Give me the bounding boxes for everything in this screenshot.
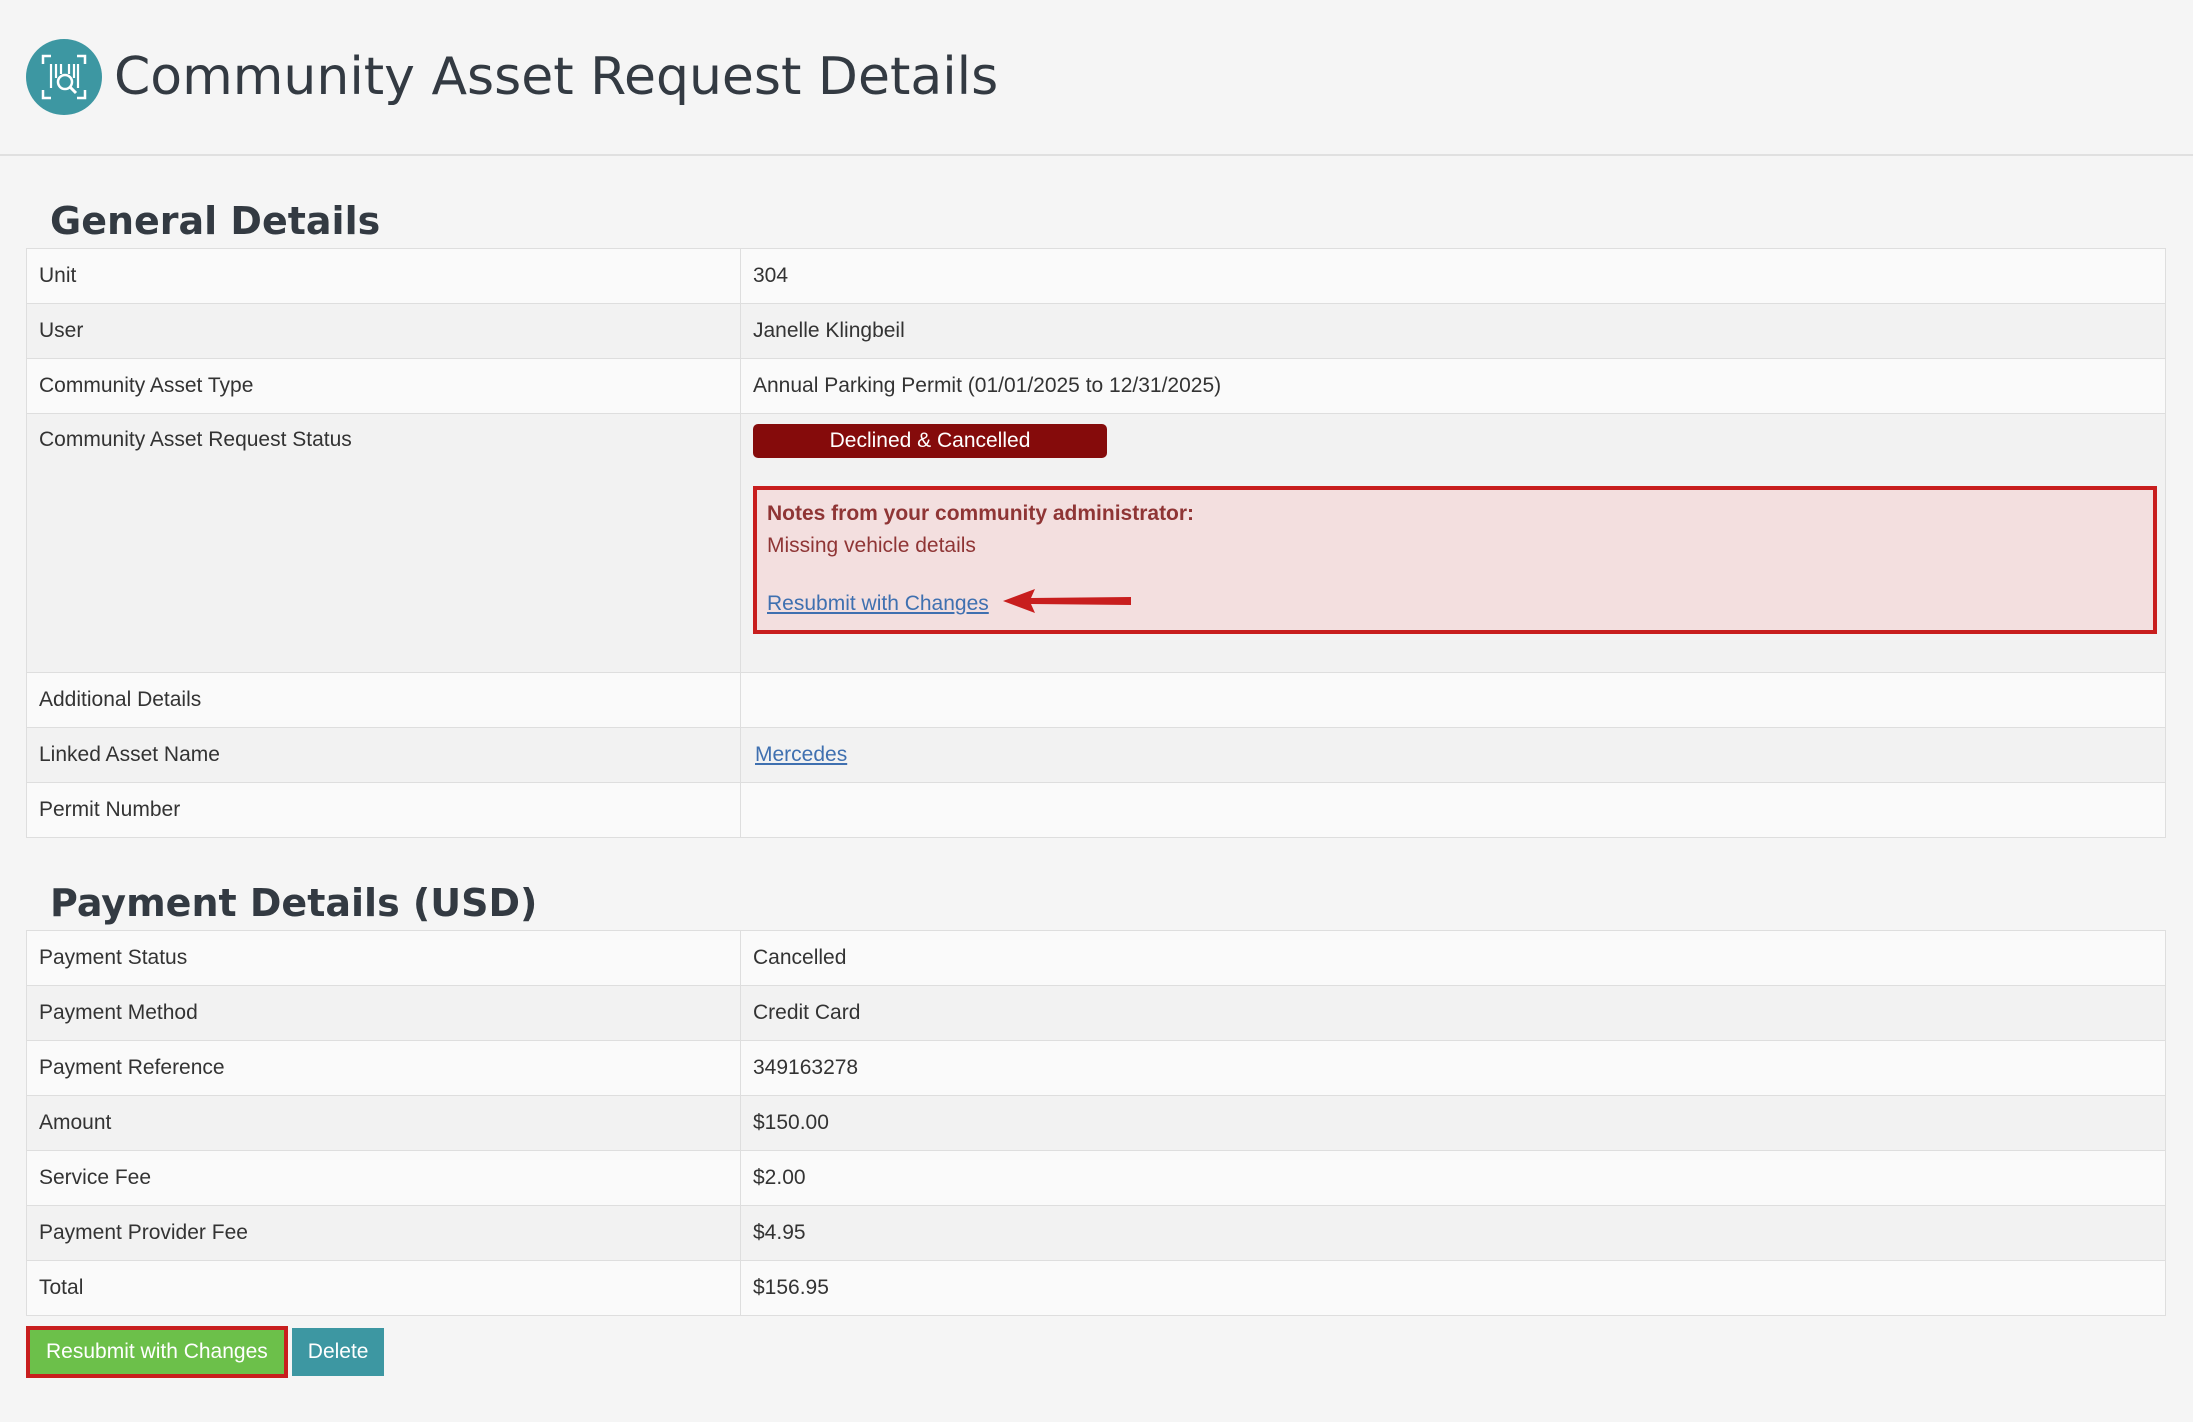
row-label: Community Asset Type — [26, 358, 741, 414]
payment-details-table: Payment Status Cancelled Payment Method … — [26, 930, 2166, 1316]
barcode-search-icon — [26, 39, 102, 115]
row-label: Additional Details — [26, 672, 741, 728]
table-row: Unit 304 — [26, 248, 2166, 304]
table-row: User Janelle Klingbeil — [26, 303, 2166, 359]
arrow-left-icon — [1002, 586, 1133, 622]
status-cell: Declined & Cancelled Notes from your com… — [740, 413, 2166, 673]
table-row: Linked Asset Name Mercedes — [26, 727, 2166, 783]
general-details-title: General Details — [50, 199, 381, 243]
row-value: 304 — [740, 248, 2166, 304]
row-value: $4.95 — [740, 1205, 2166, 1261]
general-details-table: Unit 304 User Janelle Klingbeil Communit… — [26, 248, 2166, 838]
row-label: Service Fee — [26, 1150, 741, 1206]
row-label: Payment Status — [26, 930, 741, 986]
table-row: Amount $150.00 — [26, 1095, 2166, 1151]
page-header: Community Asset Request Details — [0, 0, 2193, 156]
row-label: Community Asset Request Status — [26, 413, 741, 673]
resubmit-row: Resubmit with Changes — [767, 586, 2143, 622]
row-label: Payment Provider Fee — [26, 1205, 741, 1261]
table-row: Payment Provider Fee $4.95 — [26, 1205, 2166, 1261]
row-label: Permit Number — [26, 782, 741, 838]
row-label: Unit — [26, 248, 741, 304]
row-value — [740, 782, 2166, 838]
row-value: $156.95 — [740, 1260, 2166, 1316]
table-row: Community Asset Request Status Declined … — [26, 413, 2166, 673]
table-row: Total $156.95 — [26, 1260, 2166, 1316]
row-value: $150.00 — [740, 1095, 2166, 1151]
page-title: Community Asset Request Details — [114, 47, 999, 107]
row-label: Payment Method — [26, 985, 741, 1041]
notes-title: Notes from your community administrator: — [767, 502, 1195, 525]
main-content: General Details Unit 304 User Janelle Kl… — [0, 156, 2193, 1378]
table-row: Payment Reference 349163278 — [26, 1040, 2166, 1096]
row-value: Credit Card — [740, 985, 2166, 1041]
row-value: 349163278 — [740, 1040, 2166, 1096]
row-label: User — [26, 303, 741, 359]
table-row: Payment Method Credit Card — [26, 985, 2166, 1041]
resubmit-link[interactable]: Resubmit with Changes — [767, 592, 989, 616]
row-value: Annual Parking Permit (01/01/2025 to 12/… — [740, 358, 2166, 414]
table-row: Service Fee $2.00 — [26, 1150, 2166, 1206]
row-value: Janelle Klingbeil — [740, 303, 2166, 359]
table-row: Additional Details — [26, 672, 2166, 728]
resubmit-highlight: Resubmit with Changes — [26, 1326, 288, 1378]
row-label: Linked Asset Name — [26, 727, 741, 783]
row-value: Mercedes — [740, 727, 2166, 783]
status-badge: Declined & Cancelled — [753, 424, 1107, 458]
row-label: Total — [26, 1260, 741, 1316]
payment-details-title: Payment Details (USD) — [50, 881, 538, 925]
table-row: Community Asset Type Annual Parking Perm… — [26, 358, 2166, 414]
row-label: Payment Reference — [26, 1040, 741, 1096]
row-value: $2.00 — [740, 1150, 2166, 1206]
resubmit-button[interactable]: Resubmit with Changes — [30, 1330, 284, 1374]
row-value — [740, 672, 2166, 728]
table-row: Permit Number — [26, 782, 2166, 838]
row-value: Cancelled — [740, 930, 2166, 986]
row-label: Amount — [26, 1095, 741, 1151]
notes-text: Missing vehicle details — [767, 534, 976, 557]
linked-asset-link[interactable]: Mercedes — [755, 743, 847, 766]
delete-button[interactable]: Delete — [291, 1328, 385, 1376]
action-bar: Resubmit with Changes Delete — [26, 1326, 2167, 1378]
table-row: Payment Status Cancelled — [26, 930, 2166, 986]
admin-notes-box: Notes from your community administrator:… — [753, 486, 2157, 634]
